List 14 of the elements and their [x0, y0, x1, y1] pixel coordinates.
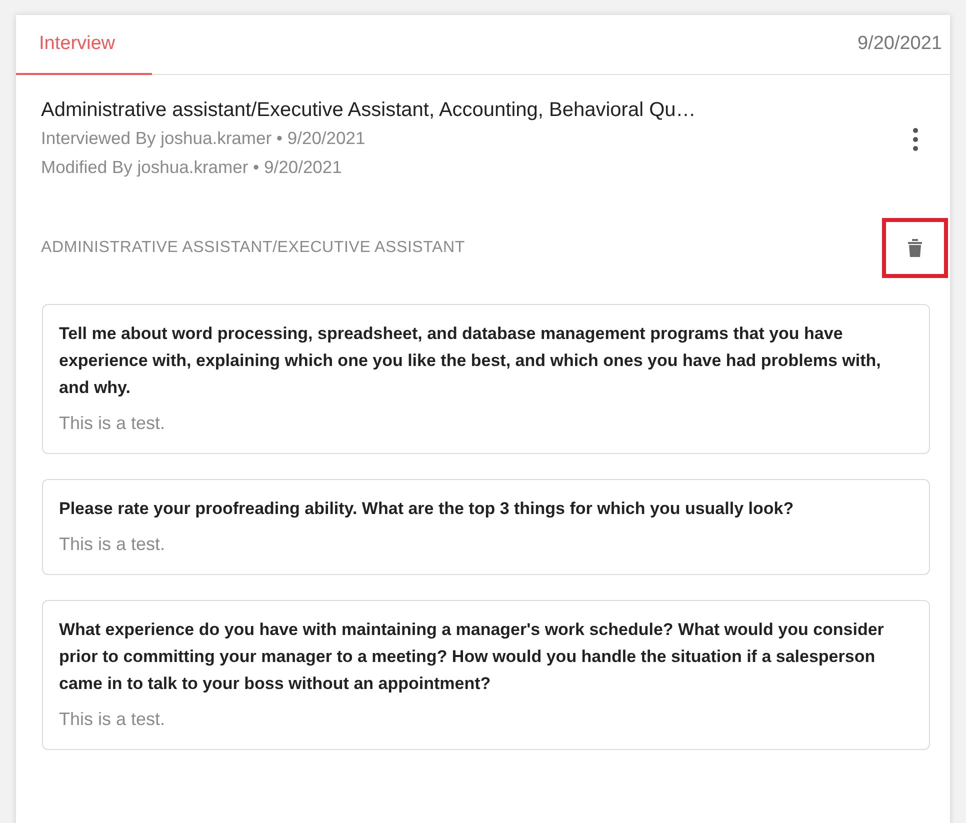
- header-date: 9/20/2021: [857, 32, 943, 56]
- question-text: What experience do you have with maintaining a manager's work schedule? What would you consider prior to committing your manager to a meeting? How would you handle the situation if a salesperson came in to talk to your boss without an appointment?: [59, 619, 885, 695]
- question-text: Please rate your proofreading ability. What are the top 3 things for which you usually look?: [59, 498, 795, 520]
- interview-title: Administrative assistant/Executive Assistant, Accounting, Behavioral Qu…: [41, 98, 697, 123]
- answer-text: This is a test.: [59, 708, 166, 731]
- modified-by: Modified By joshua.kramer • 9/20/2021: [41, 156, 343, 179]
- answer-text: This is a test.: [59, 533, 166, 556]
- delete-button[interactable]: [882, 218, 948, 278]
- tab[interactable]: Interview: [16, 15, 152, 75]
- question-text: Tell me about word processing, spreadsheet, and database management programs that you have experience with, explaining which one you like the best, and which ones you have had problems with, and why.: [59, 323, 882, 399]
- section-title: ADMINISTRATIVE ASSISTANT/EXECUTIVE ASSISTANT: [41, 238, 465, 258]
- interviewed-by: Interviewed By joshua.kramer • 9/20/2021: [41, 127, 366, 150]
- answer-text: This is a test.: [59, 412, 166, 435]
- trash-icon: [907, 238, 923, 258]
